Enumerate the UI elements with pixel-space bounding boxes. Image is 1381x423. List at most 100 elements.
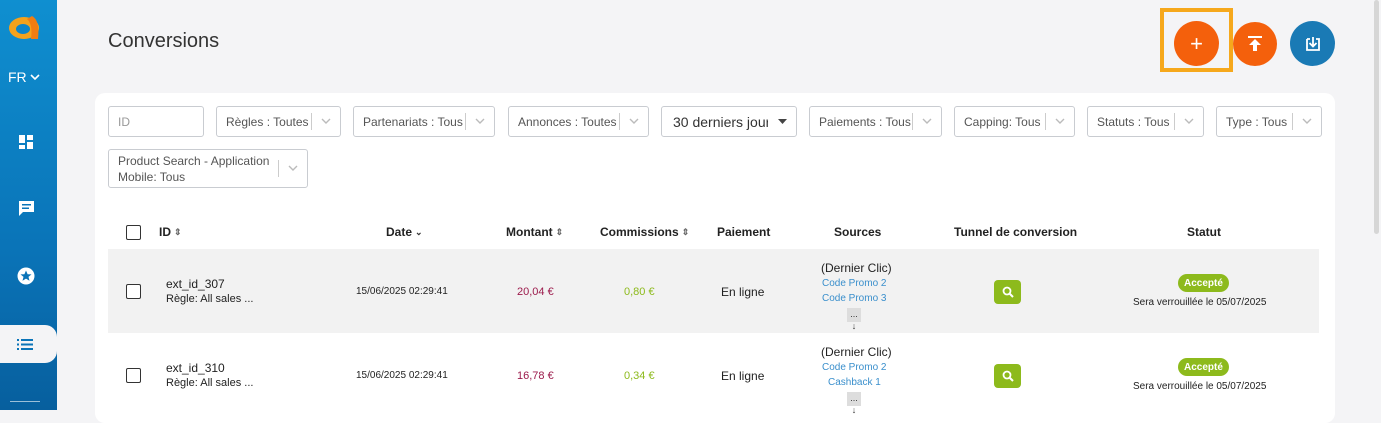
chevron-down-icon [620,118,648,125]
funnel-search-button[interactable] [994,280,1021,304]
table-row[interactable] [108,249,1319,333]
period-select[interactable]: 30 derniers jours [661,106,797,137]
select-all-checkbox[interactable] [126,225,141,240]
row-id[interactable]: ext_id_310 [166,361,225,375]
page-title: Conversions [108,30,220,52]
row-rule: Règle: All sales ... [166,293,254,305]
chevron-down-icon [1293,118,1321,125]
language-label: FR [8,69,27,85]
chat-icon[interactable] [16,198,36,218]
column-header-id-label: ID [159,225,171,239]
column-header-sources-label: Sources [834,225,882,239]
dashboard-icon[interactable] [16,132,36,152]
row-source-title: (Dernier Clic) [821,345,892,359]
rules-filter[interactable]: Règles : Toutes [216,106,341,137]
table-row[interactable] [108,333,1319,417]
chevron-down-icon [30,74,40,81]
sort-icon: ⇕ [174,226,182,237]
rules-filter-label: Règles : Toutes [226,114,309,129]
column-header-status: Statut [1187,225,1221,239]
download-icon [1305,36,1320,51]
chevron-down-icon [1046,118,1074,125]
upload-icon [1248,36,1262,51]
funnel-search-button[interactable] [994,364,1021,388]
chevron-down-icon [279,165,307,172]
row-checkbox[interactable] [126,284,141,299]
column-header-commissions[interactable]: Commissions ⇕ [600,225,689,239]
download-button[interactable] [1290,21,1335,66]
caret-down-icon [768,118,796,125]
column-header-sources: Sources [834,225,881,239]
id-filter-input[interactable]: ID [108,106,204,137]
lock-date: Sera verrouillée le 05/07/2025 [1133,381,1267,392]
row-commission: 0,80 € [624,286,655,298]
row-payment: En ligne [721,285,765,299]
sort-desc-icon: ⌄ [415,226,423,237]
lock-date: Sera verrouillée le 05/07/2025 [1133,297,1267,308]
column-header-funnel: Tunnel de conversion [954,225,1077,239]
type-filter-label: Type : Tous [1226,114,1288,129]
sidebar: FR [0,0,57,410]
status-badge: Accepté [1178,274,1229,292]
partnerships-filter[interactable]: Partenariats : Tous [353,106,495,137]
row-source-link[interactable]: Code Promo 2 [822,278,886,289]
add-conversion-button[interactable]: + [1174,21,1219,66]
star-icon[interactable] [16,266,36,286]
sort-icon: ⇕ [555,226,564,237]
show-more-sources-button[interactable]: ... ↓ [847,308,861,331]
type-filter[interactable]: Type : Tous [1216,106,1322,137]
row-amount: 16,78 € [517,370,554,382]
plus-icon: + [1190,30,1203,56]
row-source-link[interactable]: Cashback 1 [828,377,881,388]
brand-logo[interactable] [7,10,43,44]
id-filter-placeholder: ID [118,114,130,129]
column-header-payment: Paiement [717,225,770,239]
row-source-link[interactable]: Code Promo 3 [822,293,886,304]
page-scrollbar[interactable] [1374,0,1379,234]
row-amount: 20,04 € [517,286,554,298]
row-checkbox[interactable] [126,368,141,383]
period-select-label: 30 derniers jours [673,113,768,130]
statuses-filter-label: Statuts : Tous [1097,114,1170,129]
show-more-sources-button[interactable]: ... ↓ [847,392,861,415]
column-header-payment-label: Paiement [717,225,771,239]
sidebar-item-conversions[interactable] [0,325,57,363]
column-header-commissions-label: Commissions [600,225,679,239]
ads-filter-label: Annonces : Toutes [518,114,617,129]
status-badge: Accepté [1178,358,1229,376]
row-commission: 0,34 € [624,370,655,382]
column-header-funnel-label: Tunnel de conversion [954,225,1078,239]
chevron-down-icon [312,118,340,125]
row-id[interactable]: ext_id_307 [166,277,225,291]
row-payment: En ligne [721,369,765,383]
upload-button[interactable] [1233,22,1277,66]
column-header-date[interactable]: Date ⌄ [386,225,423,239]
partnerships-filter-label: Partenariats : Tous [363,114,463,129]
capping-filter[interactable]: Capping: Tous [954,106,1075,137]
column-header-id[interactable]: ID ⇕ [159,225,182,239]
statuses-filter[interactable]: Statuts : Tous [1087,106,1204,137]
list-icon [17,339,33,350]
language-selector[interactable]: FR [8,69,40,85]
column-header-amount-label: Montant [506,225,553,239]
search-icon [1002,286,1014,298]
payments-filter[interactable]: Paiements : Tous [809,106,942,137]
sort-icon: ⇕ [681,226,690,237]
column-header-status-label: Statut [1187,225,1221,239]
row-rule: Règle: All sales ... [166,377,254,389]
row-source-title: (Dernier Clic) [821,261,892,275]
chevron-down-icon [913,118,941,125]
column-header-amount[interactable]: Montant ⇕ [506,225,563,239]
product-search-filter[interactable]: Product Search - Application Mobile: Tou… [108,149,308,188]
product-search-filter-label: Product Search - Application Mobile: Tou… [118,153,270,184]
row-date: 15/06/2025 02:29:41 [356,370,448,381]
capping-filter-label: Capping: Tous [964,114,1041,129]
ads-filter[interactable]: Annonces : Toutes [508,106,649,137]
column-header-date-label: Date [386,225,413,239]
row-source-link[interactable]: Code Promo 2 [822,362,886,373]
row-date: 15/06/2025 02:29:41 [356,286,448,297]
search-icon [1002,370,1014,382]
sidebar-divider [10,401,40,402]
chevron-down-icon [1175,118,1203,125]
chevron-down-icon [466,118,494,125]
